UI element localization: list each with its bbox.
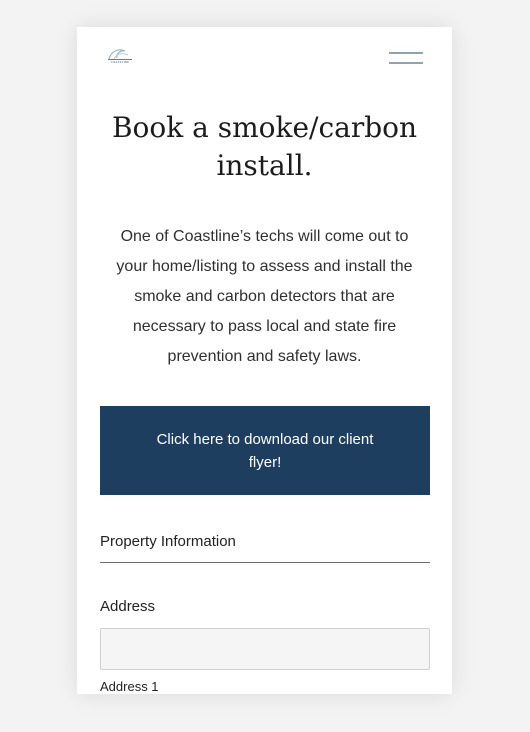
download-flyer-button[interactable]: Click here to download our client flyer!	[100, 406, 430, 495]
mobile-viewport: COASTLINE Book a smoke/carbon install. O…	[77, 27, 452, 694]
intro-paragraph: One of Coastline’s techs will come out t…	[116, 228, 413, 365]
hamburger-menu-icon-line	[389, 62, 423, 64]
wave-logo-icon	[108, 49, 132, 60]
property-information-heading: Property Information	[100, 533, 430, 563]
page-title: Book a smoke/carbon install.	[111, 111, 418, 182]
address-input[interactable]	[100, 628, 430, 670]
site-header: COASTLINE	[77, 27, 452, 89]
hamburger-menu-button[interactable]	[387, 49, 425, 67]
address-line1-label: Address 1	[100, 679, 159, 694]
hamburger-menu-icon-line	[389, 52, 423, 54]
logo-wordmark: COASTLINE	[110, 60, 130, 64]
download-flyer-button-label: Click here to download our client flyer!	[156, 430, 374, 471]
address-label: Address	[100, 598, 156, 615]
coastline-logo[interactable]: COASTLINE	[105, 47, 135, 69]
